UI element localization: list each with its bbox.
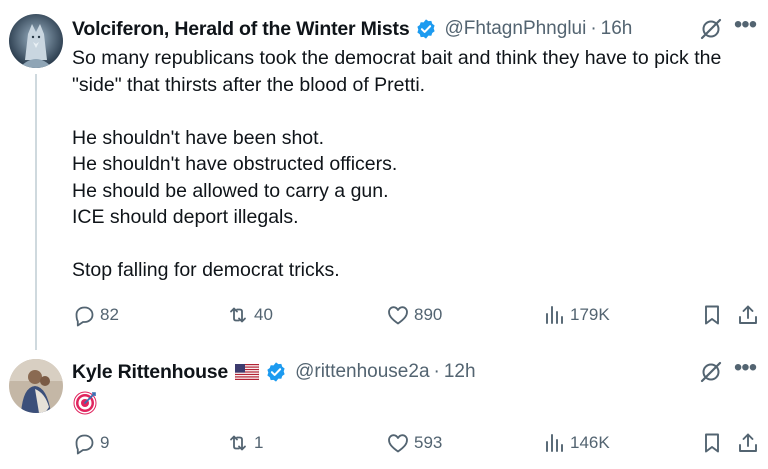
- separator-dot: ·: [433, 361, 440, 382]
- author-handle[interactable]: @rittenhouse2a: [295, 361, 429, 383]
- like-button[interactable]: 593: [386, 428, 442, 458]
- bookmark-button[interactable]: [700, 428, 724, 458]
- like-icon: [388, 306, 408, 325]
- tweet-header: Kyle Rittenhouse @rittenhouse2a · 12h ••…: [72, 356, 768, 387]
- author-name[interactable]: Kyle Rittenhouse: [72, 361, 228, 384]
- separator-dot: ·: [590, 18, 597, 39]
- avatar[interactable]: [9, 14, 63, 68]
- like-count: 890: [414, 305, 443, 324]
- bookmark-icon: [705, 433, 719, 453]
- share-icon: [739, 433, 757, 452]
- more-icon[interactable]: •••: [732, 13, 758, 42]
- action-bar: 9 1 593 146K: [62, 428, 768, 458]
- tweet-text-line: He shouldn't have been shot.: [72, 126, 324, 149]
- tweet-text-line: [72, 98, 762, 125]
- author-name[interactable]: Volciferon, Herald of the Winter Mists: [72, 18, 410, 41]
- avatar[interactable]: [9, 359, 63, 413]
- tweet-text-line: [72, 231, 762, 258]
- us-flag-icon: [234, 363, 260, 381]
- verified-badge-icon[interactable]: [265, 361, 287, 383]
- tweet-text-line: He shouldn't have obstructed officers.: [72, 153, 398, 175]
- verified-badge-icon[interactable]: [415, 18, 437, 40]
- direct-hit-target-icon: [72, 390, 98, 416]
- reply-icon: [75, 434, 94, 455]
- like-count: 593: [414, 433, 443, 452]
- tweet-text: So many republicans took the democrat ba…: [72, 45, 762, 284]
- like-button[interactable]: 890: [386, 300, 442, 330]
- timestamp[interactable]: 12h: [444, 361, 476, 383]
- reply-count: 82: [100, 305, 119, 324]
- reply-button[interactable]: 9: [72, 428, 109, 458]
- tweet-text-line: ICE should deport illegals.: [72, 206, 299, 228]
- tweet-text-line: "side" that thirsts after the blood of P…: [72, 73, 426, 96]
- more-icon[interactable]: •••: [732, 356, 758, 385]
- views-button[interactable]: 146K: [542, 428, 610, 458]
- views-button[interactable]: 179K: [542, 300, 610, 330]
- reply-button[interactable]: 82: [72, 300, 119, 330]
- tweet-text-line: He should be allowed to carry a gun.: [72, 179, 389, 202]
- bookmark-button[interactable]: [700, 300, 724, 330]
- tweet-header: Volciferon, Herald of the Winter Mists @…: [72, 13, 768, 44]
- repost-count: 40: [254, 305, 273, 324]
- views-icon: [546, 306, 563, 324]
- tweet[interactable]: Volciferon, Herald of the Winter Mists @…: [0, 0, 768, 350]
- views-icon: [546, 434, 563, 452]
- tweet-text-line: So many republicans took the democrat ba…: [72, 47, 722, 69]
- author-handle[interactable]: @FhtagnPhnglui: [445, 18, 587, 40]
- tweet-text-line: Stop falling for democrat tricks.: [72, 259, 340, 281]
- grok-icon[interactable]: [699, 360, 723, 384]
- repost-icon: [230, 435, 246, 451]
- timestamp[interactable]: 16h: [601, 18, 633, 40]
- repost-icon: [230, 307, 246, 323]
- reply-count: 9: [100, 433, 110, 452]
- action-bar: 82 40 890 179K: [62, 300, 768, 330]
- reply-icon: [75, 306, 94, 327]
- like-icon: [388, 434, 408, 453]
- share-icon: [739, 305, 757, 324]
- thread-line: [35, 74, 37, 350]
- grok-icon[interactable]: [699, 17, 723, 41]
- repost-button[interactable]: 40: [226, 300, 273, 330]
- bookmark-icon: [705, 305, 719, 325]
- share-button[interactable]: [736, 428, 760, 458]
- views-count: 179K: [570, 305, 610, 324]
- views-count: 146K: [570, 433, 610, 452]
- repost-button[interactable]: 1: [226, 428, 263, 458]
- tweet[interactable]: Kyle Rittenhouse @rittenhouse2a · 12h ••…: [0, 350, 768, 469]
- share-button[interactable]: [736, 300, 760, 330]
- repost-count: 1: [254, 433, 264, 452]
